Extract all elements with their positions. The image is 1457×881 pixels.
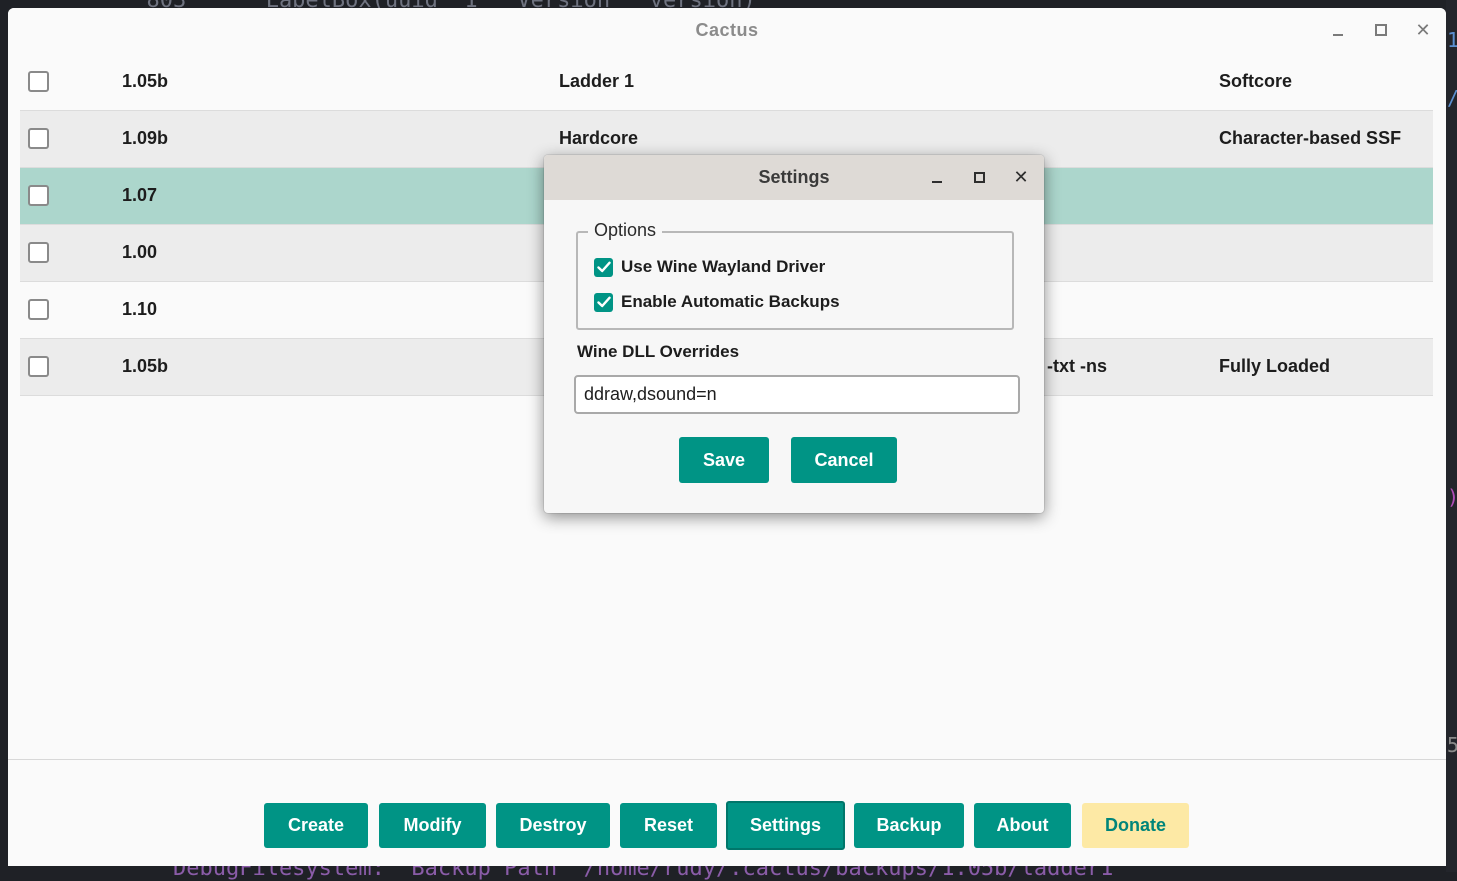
donate-button[interactable]: Donate — [1082, 803, 1189, 848]
backups-option[interactable]: Enable Automatic Backups — [594, 292, 840, 312]
version-cell: 1.10 — [122, 299, 158, 319]
options-legend: Options — [588, 220, 663, 241]
close-icon: ✕ — [1415, 19, 1431, 40]
minimize-icon — [932, 181, 942, 183]
backup-button[interactable]: Backup — [854, 803, 964, 848]
background-fragment: / — [1447, 86, 1457, 110]
maximize-button[interactable] — [1369, 18, 1393, 42]
row-checkbox[interactable] — [28, 185, 49, 206]
maximize-icon — [973, 171, 985, 183]
dll-overrides-label: Wine DLL Overrides — [577, 342, 740, 361]
version-cell: 1.07 — [122, 185, 158, 205]
create-button[interactable]: Create — [264, 803, 368, 848]
footer-divider — [8, 759, 1446, 760]
background-fragment: 1 — [1447, 28, 1457, 52]
row-checkbox[interactable] — [28, 242, 49, 263]
background-fragment: 5 — [1447, 733, 1457, 757]
name-cell: Ladder 1 — [559, 71, 635, 91]
dialog-minimize-button[interactable] — [925, 165, 949, 189]
checkmark-icon — [596, 296, 611, 308]
version-cell: 1.00 — [122, 242, 158, 262]
dialog-titlebar[interactable]: Settings ✕ — [544, 155, 1044, 200]
settings-dialog: Settings ✕ Options Use Wine Wayland Driv… — [544, 155, 1044, 513]
about-button[interactable]: About — [974, 803, 1071, 848]
wayland-option[interactable]: Use Wine Wayland Driver — [594, 257, 825, 277]
row-checkbox[interactable] — [28, 356, 49, 377]
row-checkbox[interactable] — [28, 128, 49, 149]
maximize-icon — [1375, 24, 1387, 36]
checkmark-icon — [596, 261, 611, 273]
window-titlebar[interactable]: Cactus ✕ — [8, 8, 1446, 53]
close-button[interactable]: ✕ — [1411, 18, 1435, 42]
background-fragment: ) — [1447, 485, 1457, 509]
type-cell: Softcore — [1219, 71, 1293, 91]
minimize-button[interactable] — [1326, 18, 1350, 42]
row-checkbox[interactable] — [28, 299, 49, 320]
reset-button[interactable]: Reset — [620, 803, 717, 848]
destroy-button[interactable]: Destroy — [496, 803, 610, 848]
version-cell: 1.09b — [122, 128, 169, 148]
table-row[interactable]: 1.05b Ladder 1 Softcore — [20, 54, 1433, 111]
save-button[interactable]: Save — [679, 437, 769, 483]
row-checkbox[interactable] — [28, 71, 49, 92]
type-cell: Character-based SSF — [1219, 128, 1402, 148]
args-cell: t -txt -ns — [1036, 356, 1107, 376]
backups-label: Enable Automatic Backups — [621, 292, 840, 311]
backups-checkbox[interactable] — [594, 292, 613, 312]
settings-button[interactable]: Settings — [726, 801, 845, 850]
dll-overrides-input[interactable] — [574, 375, 1020, 414]
wayland-label: Use Wine Wayland Driver — [621, 257, 826, 276]
minimize-icon — [1333, 34, 1343, 36]
modify-button[interactable]: Modify — [379, 803, 486, 848]
close-icon: ✕ — [1013, 166, 1029, 187]
version-cell: 1.05b — [122, 71, 169, 91]
name-cell: Hardcore — [559, 128, 639, 148]
options-group: Options Use Wine Wayland Driver Enable A… — [576, 220, 1014, 330]
dialog-maximize-button[interactable] — [967, 165, 991, 189]
type-cell: Fully Loaded — [1219, 356, 1331, 376]
cancel-button[interactable]: Cancel — [791, 437, 897, 483]
dialog-close-button[interactable]: ✕ — [1009, 165, 1033, 189]
window-title: Cactus — [695, 20, 759, 40]
wayland-checkbox[interactable] — [594, 257, 613, 277]
version-cell: 1.05b — [122, 356, 169, 376]
